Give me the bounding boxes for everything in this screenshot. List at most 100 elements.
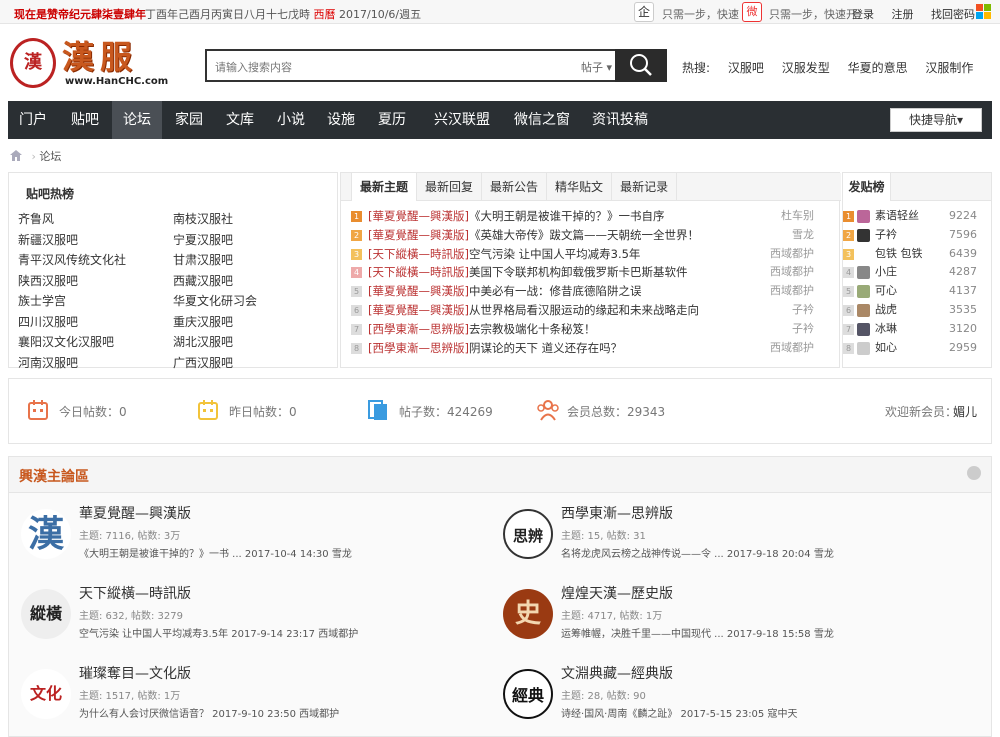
thread-tag[interactable]: [天下縱橫—時訊版] xyxy=(368,265,469,279)
hot-bar-link[interactable]: 青平汉风传统文化社 xyxy=(18,250,126,271)
user-name[interactable]: 可心 xyxy=(875,282,897,301)
ranking-row[interactable]: 2 子衿 7596 xyxy=(843,226,991,245)
user-name[interactable]: 冰琳 xyxy=(875,320,897,339)
nav-tieba[interactable]: 贴吧 xyxy=(60,101,110,139)
thread-title[interactable]: 美国下令联邦机构卸载俄罗斯卡巴斯基软件 xyxy=(469,265,688,279)
thread-author[interactable]: 西域都护 xyxy=(770,282,814,301)
user-name[interactable]: 战虎 xyxy=(875,301,897,320)
thread-tag[interactable]: [華夏覺醒—興漢版] xyxy=(368,284,469,298)
thread-tag[interactable]: [華夏覺醒—興漢版] xyxy=(368,303,469,317)
thread-tag[interactable]: [天下縱橫—時訊版] xyxy=(368,247,469,261)
weibo-icon[interactable]: 微 xyxy=(742,2,762,22)
board-last-post[interactable]: 空气污染 让中国人平均减寿3.5年 2017-9-14 23:17 西域都护 xyxy=(79,625,358,640)
board-last-post[interactable]: 运筹帷幄，决胜千里——中国现代 ... 2017-9-18 15:58 雪龙 xyxy=(561,625,834,640)
hot-search-item[interactable]: 汉服制作 xyxy=(925,61,973,75)
board-icon[interactable]: 經典 xyxy=(503,669,553,719)
hot-bar-link[interactable]: 宁夏汉服吧 xyxy=(173,230,257,251)
thread-author[interactable]: 子衿 xyxy=(792,320,814,339)
qq-icon[interactable]: 企 xyxy=(634,2,654,22)
hot-search-item[interactable]: 汉服发型 xyxy=(782,61,830,75)
nav-forum[interactable]: 论坛 xyxy=(112,101,162,139)
user-name[interactable]: 小庄 xyxy=(875,263,897,282)
thread-title[interactable]: 《大明王朝是被谁干掉的？》一书自序 xyxy=(469,209,665,223)
user-name[interactable]: 如心 xyxy=(875,339,897,358)
user-name[interactable]: 素语轻丝 xyxy=(875,207,919,226)
tab-latest-replies[interactable]: 最新回复 xyxy=(417,173,483,201)
ranking-row[interactable]: 5 可心 4137 xyxy=(843,282,991,301)
board-icon[interactable]: 史 xyxy=(503,589,553,639)
hot-bar-link[interactable]: 陕西汉服吧 xyxy=(18,271,126,292)
thread-author[interactable]: 西域都护 xyxy=(770,263,814,282)
hot-bar-link[interactable]: 甘肃汉服吧 xyxy=(173,250,257,271)
ranking-row[interactable]: 1 素语轻丝 9224 xyxy=(843,207,991,226)
board-icon[interactable]: 思辨 xyxy=(503,509,553,559)
thread-tag[interactable]: [西學東漸—思辨版] xyxy=(368,341,469,355)
thread-row[interactable]: 7 [西學東漸—思辨版]去宗教极端化十条秘笈！ 子衿 xyxy=(351,320,826,339)
windows-logo-icon[interactable] xyxy=(976,4,992,20)
board-last-post[interactable]: 《大明王朝是被谁干掉的？》一书 ... 2017-10-4 14:30 雪龙 xyxy=(79,545,352,560)
thread-title[interactable]: 去宗教极端化十条秘笈！ xyxy=(469,322,596,336)
board-card[interactable]: 文化 璀璨奪目—文化版 主题: 1517, 帖数: 1万 为什么有人会讨厌微信语… xyxy=(13,661,483,735)
thread-title[interactable]: 中美必有一战：修昔底德陷阱之误 xyxy=(469,284,642,298)
register-link[interactable]: 注册 xyxy=(892,8,914,21)
thread-tag[interactable]: [華夏覺醒—興漢版] xyxy=(368,209,469,223)
board-name[interactable]: 璀璨奪目—文化版 xyxy=(79,663,191,683)
board-name[interactable]: 華夏覺醒—興漢版 xyxy=(79,503,191,523)
thread-row[interactable]: 8 [西學東漸—思辨版]阴谋论的天下 道义还存在吗？ 西域都护 xyxy=(351,339,826,358)
hot-search-item[interactable]: 华夏的意思 xyxy=(848,61,908,75)
board-name[interactable]: 天下縱橫—時訊版 xyxy=(79,583,191,603)
board-name[interactable]: 煌煌天漢—歷史版 xyxy=(561,583,673,603)
board-card[interactable]: 思辨 西學東漸—思辨版 主题: 15, 帖数: 31 名将龙虎风云榜之战神传说—… xyxy=(495,501,965,575)
hot-bar-link[interactable]: 齐鲁风 xyxy=(18,209,126,230)
search-input[interactable]: 请输入搜索内容 xyxy=(215,59,292,75)
board-icon[interactable]: 文化 xyxy=(21,669,71,719)
hot-bar-link[interactable]: 新疆汉服吧 xyxy=(18,230,126,251)
hot-bar-link[interactable]: 襄阳汉文化汉服吧 xyxy=(18,332,126,353)
thread-author[interactable]: 西域都护 xyxy=(770,245,814,264)
thread-tag[interactable]: [華夏覺醒—興漢版] xyxy=(368,228,469,242)
nav-library[interactable]: 文库 xyxy=(215,101,265,139)
search-scope-select[interactable]: 帖子 ▾ xyxy=(581,59,612,75)
board-card[interactable]: 史 煌煌天漢—歷史版 主题: 4717, 帖数: 1万 运筹帷幄，决胜千里——中… xyxy=(495,581,965,655)
thread-row[interactable]: 6 [華夏覺醒—興漢版]从世界格局看汉服运动的缘起和未来战略走向 子衿 xyxy=(351,301,826,320)
tab-latest-notices[interactable]: 最新公告 xyxy=(482,173,548,201)
hot-bar-link[interactable]: 族士学宫 xyxy=(18,291,126,312)
quick-nav-button[interactable]: 快捷导航▾ xyxy=(890,108,982,132)
board-icon[interactable]: 縱橫 xyxy=(21,589,71,639)
nav-facilities[interactable]: 设施 xyxy=(316,101,366,139)
search-button[interactable] xyxy=(615,49,667,82)
login-link[interactable]: 登录 xyxy=(852,8,874,21)
board-name[interactable]: 西學東漸—思辨版 xyxy=(561,503,673,523)
nav-submit[interactable]: 资讯投稿 xyxy=(580,101,660,139)
nav-wechat[interactable]: 微信之窗 xyxy=(502,101,582,139)
hot-bar-link[interactable]: 重庆汉服吧 xyxy=(173,312,257,333)
tab-featured[interactable]: 精华贴文 xyxy=(547,173,613,201)
board-card[interactable]: 縱橫 天下縱橫—時訊版 主题: 632, 帖数: 3279 空气污染 让中国人平… xyxy=(13,581,483,655)
thread-row[interactable]: 1 [華夏覺醒—興漢版]《大明王朝是被谁干掉的？》一书自序 杜车别 xyxy=(351,207,826,226)
thread-row[interactable]: 4 [天下縱橫—時訊版]美国下令联邦机构卸载俄罗斯卡巴斯基软件 西域都护 xyxy=(351,263,826,282)
ranking-title[interactable]: 发贴榜 xyxy=(843,173,891,201)
hot-bar-link[interactable]: 南枝汉服社 xyxy=(173,209,257,230)
nav-home[interactable]: 家园 xyxy=(164,101,214,139)
board-last-post[interactable]: 名将龙虎风云榜之战神传说——令 ... 2017-9-18 20:04 雪龙 xyxy=(561,545,834,560)
thread-tag[interactable]: [西學東漸—思辨版] xyxy=(368,322,469,336)
board-name[interactable]: 文淵典藏—經典版 xyxy=(561,663,673,683)
hot-bar-link[interactable]: 湖北汉服吧 xyxy=(173,332,257,353)
thread-author[interactable]: 西域都护 xyxy=(770,339,814,358)
thread-row[interactable]: 3 [天下縱橫—時訊版]空气污染 让中国人平均减寿3.5年 西域都护 xyxy=(351,245,826,264)
ranking-row[interactable]: 7 冰琳 3120 xyxy=(843,320,991,339)
board-last-post[interactable]: 诗经·国风·周南《麟之趾》 2017-5-15 23:05 寇中天 xyxy=(561,705,797,720)
qq-login-link[interactable]: 只需一步，快速 xyxy=(662,6,739,22)
user-name[interactable]: 包铁 包铁 xyxy=(875,245,923,264)
thread-row[interactable]: 2 [華夏覺醒—興漢版]《英雄大帝传》跋文篇——天朝统一全世界！ 雪龙 xyxy=(351,226,826,245)
tab-latest-topics[interactable]: 最新主题 xyxy=(351,173,418,201)
ranking-row[interactable]: 6 战虎 3535 xyxy=(843,301,991,320)
hot-bar-link[interactable]: 广西汉服吧 xyxy=(173,353,257,374)
thread-author[interactable]: 雪龙 xyxy=(792,226,814,245)
tab-latest-records[interactable]: 最新记录 xyxy=(612,173,678,201)
nav-alliance[interactable]: 兴汉联盟 xyxy=(422,101,502,139)
forgot-password-link[interactable]: 找回密码 xyxy=(931,8,975,21)
hot-bar-link[interactable]: 四川汉服吧 xyxy=(18,312,126,333)
home-icon[interactable] xyxy=(10,150,22,161)
thread-title[interactable]: 《英雄大帝传》跋文篇——天朝统一全世界！ xyxy=(469,228,699,242)
